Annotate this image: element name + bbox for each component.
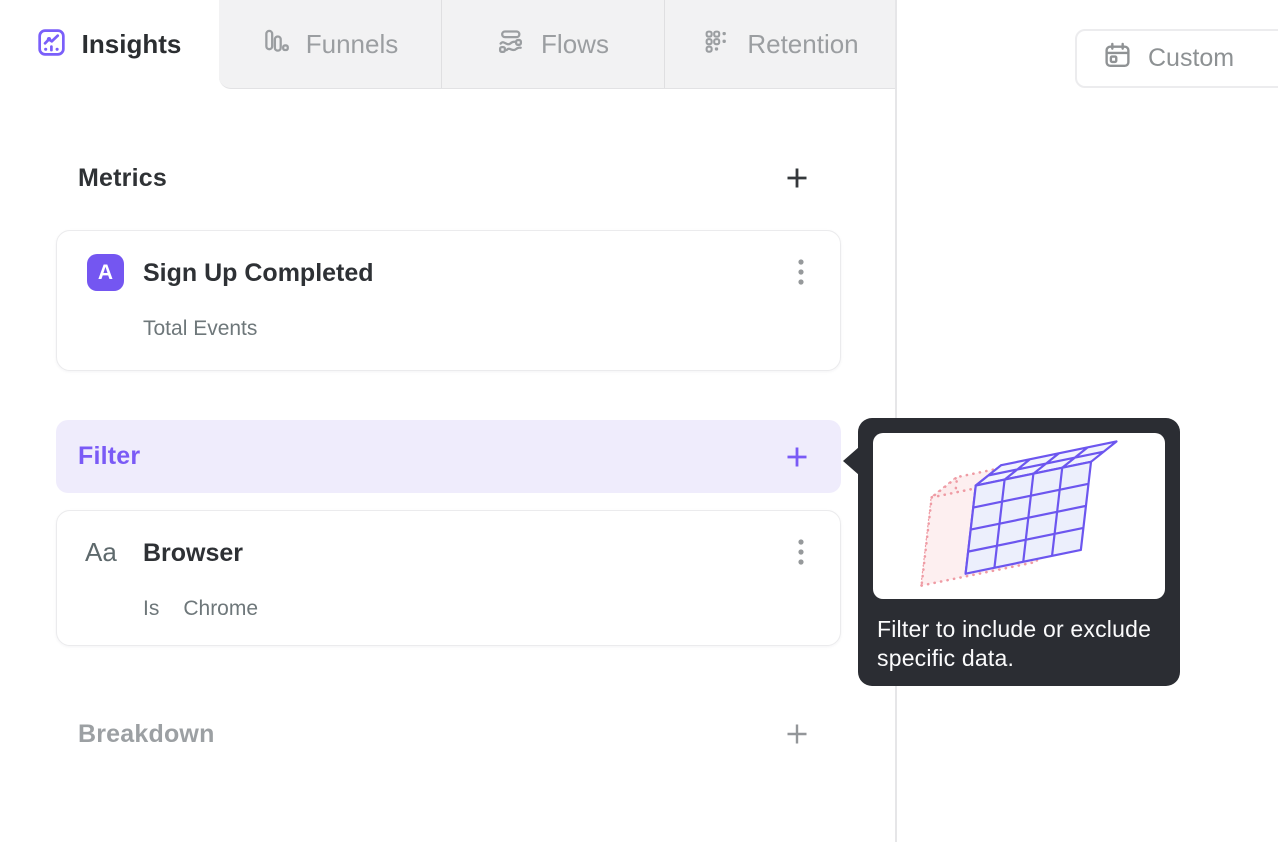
- metric-aggregation[interactable]: Total Events: [143, 317, 257, 341]
- tab-retention-label: Retention: [747, 28, 859, 59]
- metric-kebab-menu-icon[interactable]: [788, 257, 814, 287]
- tab-flows[interactable]: Flows: [442, 0, 664, 88]
- breakdown-section-header: Breakdown: [78, 716, 810, 752]
- filter-operator[interactable]: Is: [143, 597, 159, 621]
- filter-heading: Filter: [78, 442, 141, 470]
- report-type-tabbar: Insights Funnels Flows Retention: [0, 0, 897, 89]
- tab-insights[interactable]: Insights: [0, 0, 219, 89]
- metric-card[interactable]: A Sign Up Completed Total Events: [56, 230, 841, 371]
- breakdown-heading: Breakdown: [78, 719, 215, 748]
- tooltip-illustration-panel: [873, 433, 1165, 599]
- add-metric-plus-icon[interactable]: [784, 165, 810, 191]
- tab-retention[interactable]: Retention: [665, 0, 897, 88]
- inactive-tabs-group: Funnels Flows Retention: [219, 0, 897, 89]
- tab-funnels-label: Funnels: [305, 28, 399, 59]
- metric-series-badge: A: [87, 254, 124, 291]
- filter-property-name: Browser: [143, 539, 244, 567]
- tooltip-arrow: [843, 447, 859, 475]
- filter-value[interactable]: Chrome: [183, 597, 258, 621]
- filter-kebab-menu-icon[interactable]: [788, 537, 814, 567]
- calendar-icon: [1103, 41, 1132, 77]
- metric-aggregation-label: Total Events: [143, 317, 258, 340]
- retention-dots-icon: [703, 28, 730, 60]
- date-range-custom-button[interactable]: Custom: [1075, 29, 1278, 88]
- funnels-bars-icon: [262, 28, 289, 60]
- tab-flows-label: Flows: [541, 28, 609, 59]
- filter-section-header: Filter: [56, 420, 841, 493]
- filter-condition: Is Chrome: [143, 597, 258, 621]
- string-property-type-icon: Aa: [85, 537, 117, 567]
- flows-wave-icon: [497, 28, 524, 60]
- insights-report-builder: Insights Funnels Flows Retention Custom …: [0, 0, 1278, 842]
- filter-card[interactable]: Aa Browser Is Chrome: [56, 510, 841, 646]
- metrics-heading: Metrics: [78, 163, 167, 192]
- tooltip-caption: Filter to include or exclude specific da…: [877, 616, 1152, 671]
- metrics-section-header: Metrics: [78, 160, 810, 196]
- add-breakdown-plus-icon[interactable]: [784, 721, 810, 747]
- date-range-label: Custom: [1148, 44, 1235, 72]
- filter-cube-illustration: [913, 433, 1125, 599]
- tab-funnels[interactable]: Funnels: [219, 0, 441, 88]
- tab-insights-label: Insights: [81, 29, 182, 59]
- insights-chart-icon: [37, 28, 65, 61]
- add-filter-plus-icon[interactable]: [784, 444, 810, 470]
- metric-event-name: Sign Up Completed: [143, 259, 374, 287]
- filter-tooltip: Filter to include or exclude specific da…: [843, 418, 1180, 686]
